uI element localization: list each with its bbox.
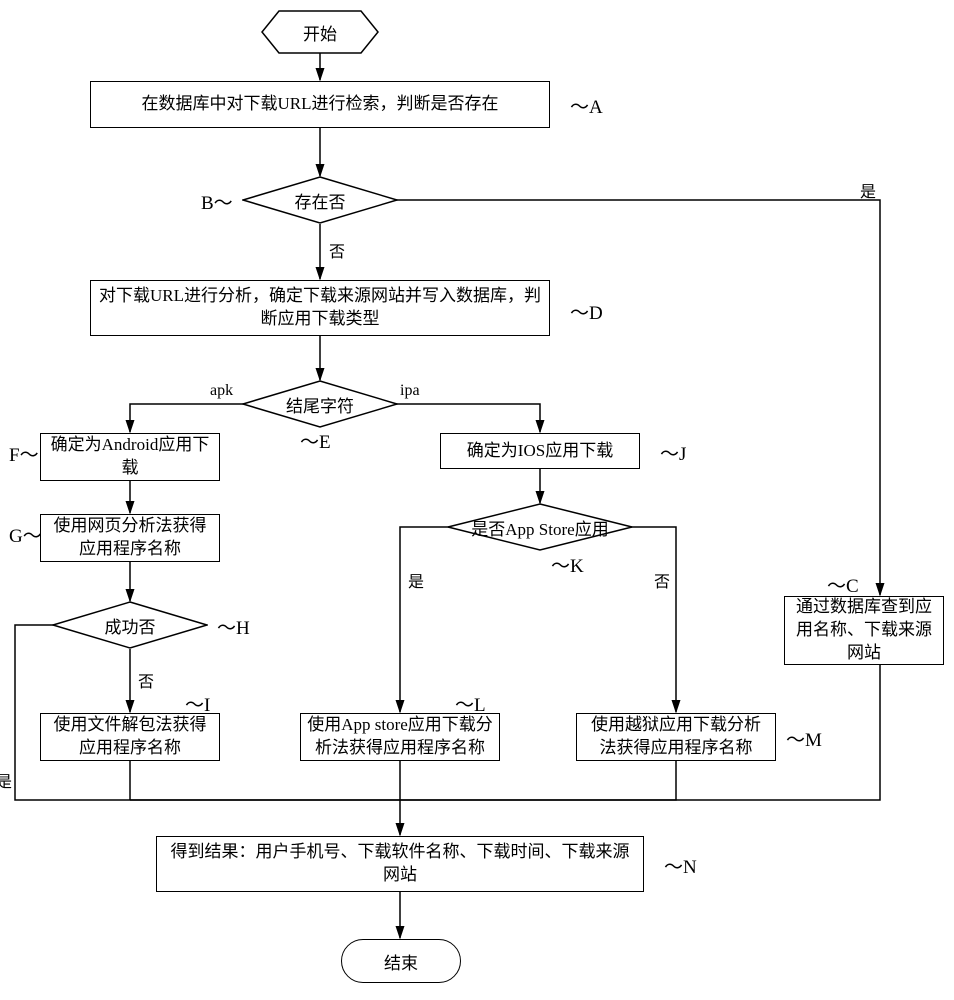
- label-e: ～E: [300, 427, 331, 454]
- node-h-text: 成功否: [97, 613, 164, 638]
- label-h: ～H: [217, 613, 250, 640]
- node-c: 通过数据库查到应用名称、下载来源网站: [784, 596, 944, 665]
- node-g: 使用网页分析法获得应用程序名称: [40, 514, 220, 562]
- start-terminator: 开始: [261, 10, 379, 54]
- node-k-text: 是否App Store应用: [463, 515, 616, 540]
- end-label: 结束: [384, 949, 418, 974]
- label-l: ～L: [455, 690, 486, 717]
- node-j: 确定为IOS应用下载: [440, 433, 640, 469]
- label-n: ～N: [664, 852, 697, 879]
- node-c-text: 通过数据库查到应用名称、下载来源网站: [791, 596, 937, 665]
- edge-e-apk: apk: [210, 382, 233, 400]
- node-i: 使用文件解包法获得应用程序名称: [40, 713, 220, 761]
- node-j-text: 确定为IOS应用下载: [467, 440, 613, 463]
- node-l: 使用App store应用下载分析法获得应用程序名称: [300, 713, 500, 761]
- label-f: F～: [9, 440, 39, 467]
- label-j: ～J: [660, 439, 686, 466]
- start-label: 开始: [303, 20, 337, 45]
- label-d: ～D: [570, 298, 603, 325]
- edge-b-no: 否: [329, 238, 345, 262]
- label-i: ～I: [185, 690, 210, 717]
- label-c: ～C: [827, 571, 859, 598]
- edge-k-no: 否: [654, 568, 670, 592]
- edge-h-yes: 是: [0, 768, 12, 792]
- node-k: 是否App Store应用: [447, 503, 633, 551]
- node-f-text: 确定为Android应用下载: [47, 434, 213, 480]
- label-a: ～A: [570, 92, 603, 119]
- node-d: 对下载URL进行分析，确定下载来源网站并写入数据库，判断应用下载类型: [90, 280, 550, 336]
- node-d-text: 对下载URL进行分析，确定下载来源网站并写入数据库，判断应用下载类型: [97, 285, 543, 331]
- node-i-text: 使用文件解包法获得应用程序名称: [47, 714, 213, 760]
- edge-k-yes: 是: [408, 568, 424, 592]
- node-g-text: 使用网页分析法获得应用程序名称: [47, 515, 213, 561]
- node-f: 确定为Android应用下载: [40, 433, 220, 481]
- label-g: G～: [9, 521, 42, 548]
- edge-b-yes: 是: [860, 178, 876, 202]
- node-m-text: 使用越狱应用下载分析法获得应用程序名称: [583, 714, 769, 760]
- node-m: 使用越狱应用下载分析法获得应用程序名称: [576, 713, 776, 761]
- node-a: 在数据库中对下载URL进行检索，判断是否存在: [90, 81, 550, 128]
- node-a-text: 在数据库中对下载URL进行检索，判断是否存在: [142, 93, 499, 116]
- label-b: B～: [201, 188, 233, 215]
- node-n: 得到结果：用户手机号、下载软件名称、下载时间、下载来源网站: [156, 836, 644, 892]
- node-e-text: 结尾字符: [278, 392, 362, 417]
- node-h: 成功否: [52, 601, 208, 649]
- node-b: 存在否: [242, 176, 398, 224]
- node-b-text: 存在否: [287, 188, 354, 213]
- end-terminator: 结束: [341, 939, 461, 983]
- edge-e-ipa: ipa: [400, 382, 420, 400]
- node-l-text: 使用App store应用下载分析法获得应用程序名称: [307, 714, 493, 760]
- label-k: ～K: [551, 551, 584, 578]
- node-e: 结尾字符: [242, 380, 398, 428]
- node-n-text: 得到结果：用户手机号、下载软件名称、下载时间、下载来源网站: [163, 841, 637, 887]
- edge-h-no: 否: [138, 668, 154, 692]
- flowchart-canvas: 开始 在数据库中对下载URL进行检索，判断是否存在 ～A 存在否 B～ 是 否 …: [0, 0, 954, 1000]
- label-m: ～M: [786, 725, 822, 752]
